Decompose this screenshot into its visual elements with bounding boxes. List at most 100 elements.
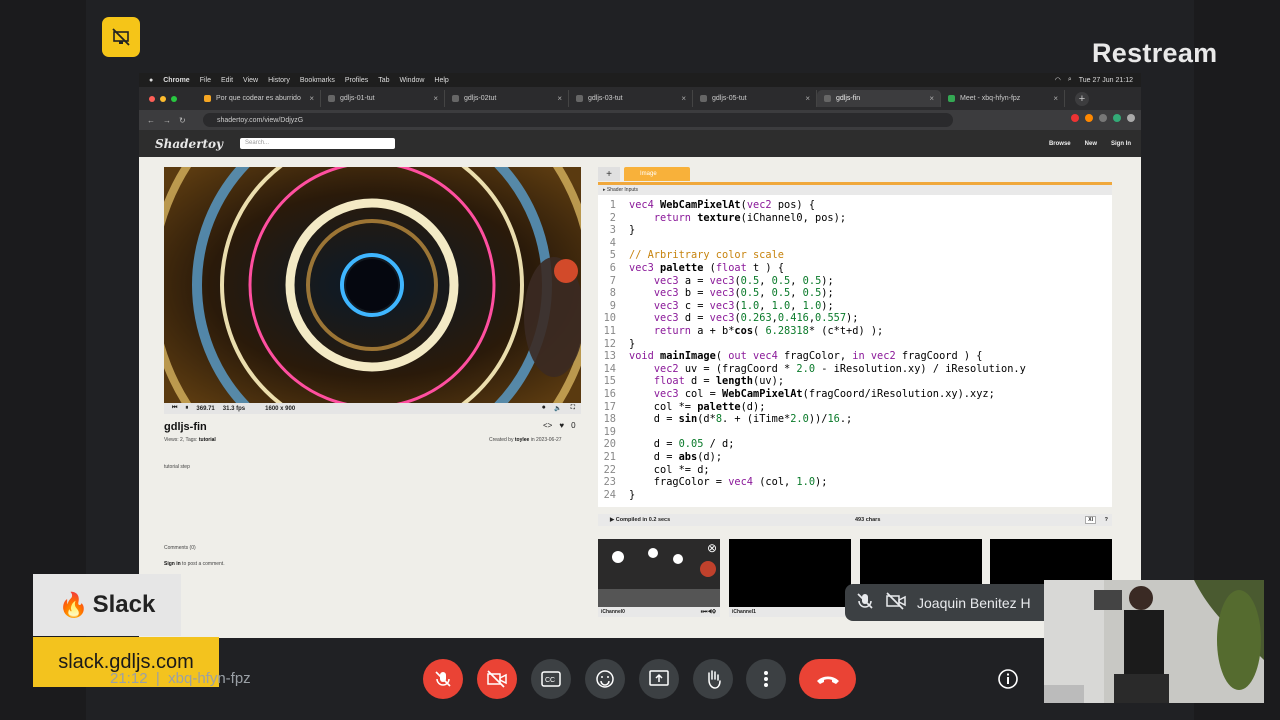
tab-por-que-codear[interactable]: Por que codear es aburrido ×: [197, 90, 321, 107]
extension-icon[interactable]: [1113, 114, 1121, 122]
rewind-icon[interactable]: ⏮: [172, 405, 177, 412]
tab-meet[interactable]: Meet - xbq-hfyn-fpz ×: [941, 90, 1065, 107]
leave-call-button[interactable]: [799, 659, 856, 699]
nav-browse[interactable]: Browse: [1049, 141, 1071, 147]
extension-icon[interactable]: [1071, 114, 1079, 122]
menu-bookmarks[interactable]: Bookmarks: [300, 77, 335, 84]
tab-gdljs-02[interactable]: gdljs-02tut ×: [445, 90, 569, 107]
extension-icon[interactable]: [1099, 114, 1107, 122]
shared-screen: ● Chrome File Edit View History Bookmark…: [139, 73, 1141, 638]
player-right-controls: ⏺ 🔈 ⛶: [542, 405, 575, 412]
code-icon[interactable]: <>: [543, 421, 552, 430]
editor-tabs: + Image: [598, 167, 1112, 183]
code-line: vec3 d = vec3(0.263,0.416,0.557);: [653, 312, 859, 325]
shader-meta: Views: 2, Tags: tutorial: [164, 437, 216, 443]
tab-close-icon[interactable]: ×: [1053, 94, 1058, 103]
menu-profiles[interactable]: Profiles: [345, 77, 368, 84]
menu-tab[interactable]: Tab: [378, 77, 389, 84]
channel-controls-icon[interactable]: ⏸⏮◀⚙: [700, 607, 716, 617]
apple-icon[interactable]: ●: [149, 77, 153, 84]
tab-favicon-icon: [204, 95, 211, 102]
menu-window[interactable]: Window: [400, 77, 425, 84]
author-link[interactable]: toylee: [515, 437, 529, 443]
profile-icon[interactable]: [1127, 114, 1135, 122]
reload-icon[interactable]: ↻: [179, 116, 186, 125]
shadertoy-header: Shadertoy Search... Browse New Sign In: [139, 130, 1141, 157]
heart-icon[interactable]: ♥: [559, 421, 564, 430]
menu-app[interactable]: Chrome: [163, 77, 189, 84]
line-number: 24: [603, 488, 616, 501]
shadertoy-logo[interactable]: Shadertoy: [155, 137, 223, 151]
code-line: fragColor = vec4 (col, 1.0);: [629, 476, 828, 489]
menu-file[interactable]: File: [200, 77, 211, 84]
line-number: 14: [603, 362, 616, 375]
fullscreen-icon[interactable]: ⛶: [571, 405, 575, 412]
raise-hand-button[interactable]: [693, 659, 733, 699]
tag-link[interactable]: tutorial: [199, 437, 216, 443]
back-icon[interactable]: ←: [147, 116, 155, 125]
close-icon[interactable]: ⊗: [707, 541, 717, 555]
help-button[interactable]: ?: [1105, 517, 1108, 523]
menu-history[interactable]: History: [268, 77, 290, 84]
menu-edit[interactable]: Edit: [221, 77, 233, 84]
tab-close-icon[interactable]: ×: [929, 94, 934, 103]
volume-icon[interactable]: 🔈: [554, 405, 561, 412]
shader-inputs-toggle[interactable]: ▸ Shader Inputs: [598, 185, 1112, 195]
tab-image[interactable]: Image: [624, 167, 690, 181]
shader-actions: <> ♥ 0: [543, 421, 576, 430]
code-line: float d = length(uv);: [653, 375, 785, 388]
extension-icon[interactable]: [1085, 114, 1093, 122]
tab-close-icon[interactable]: ×: [805, 94, 810, 103]
url-field[interactable]: shadertoy.com/view/DdjyzG: [203, 113, 953, 127]
tab-close-icon[interactable]: ×: [433, 94, 438, 103]
tab-close-icon[interactable]: ×: [557, 94, 562, 103]
menu-help[interactable]: Help: [434, 77, 448, 84]
channel-0-thumbnail[interactable]: ⊗: [598, 539, 720, 607]
code-editor[interactable]: 1 vec4 WebCamPixelAt(vec2 pos) {2 return …: [598, 195, 1112, 507]
nav-new[interactable]: New: [1085, 141, 1097, 147]
nav-sign-in[interactable]: Sign In: [1111, 141, 1131, 147]
captions-button[interactable]: CC: [531, 659, 571, 699]
record-icon[interactable]: ⏺: [542, 405, 545, 412]
tab-gdljs-01[interactable]: gdljs-01-tut ×: [321, 90, 445, 107]
line-number: 22: [603, 463, 616, 476]
mic-toggle-button[interactable]: [423, 659, 463, 699]
code-line: vec3 col = WebCamPixelAt(fragCoord/iReso…: [653, 388, 995, 400]
tab-favicon-icon: [824, 95, 831, 102]
clock[interactable]: Tue 27 Jun 21:12: [1079, 77, 1133, 84]
shader-description: tutorial step: [164, 464, 190, 470]
tab-gdljs-05[interactable]: gdljs-05-tut ×: [693, 90, 817, 107]
tab-close-icon[interactable]: ×: [309, 94, 314, 103]
channel-1-thumbnail[interactable]: [729, 539, 851, 607]
tab-gdljs-03[interactable]: gdljs-03-tut ×: [569, 90, 693, 107]
more-options-button[interactable]: [746, 659, 786, 699]
shader-canvas[interactable]: [164, 167, 581, 403]
tab-close-icon[interactable]: ×: [681, 94, 686, 103]
maximize-window-icon[interactable]: [171, 95, 177, 102]
editor-footer: ▶ Compiled in 0.2 secs 493 chars Xl ?: [598, 514, 1112, 526]
shadertoy-page: ⏮ ⏸ 369.71 31.3 fps 1600 x 900 ⏺ 🔈 ⛶ gdl…: [139, 157, 1141, 638]
font-size-select[interactable]: Xl: [1085, 516, 1096, 524]
forward-icon[interactable]: →: [163, 116, 171, 125]
camera-toggle-button[interactable]: [477, 659, 517, 699]
meeting-details-button[interactable]: [988, 659, 1028, 699]
wifi-icon[interactable]: ◠: [1055, 76, 1061, 84]
line-number: 3: [609, 224, 616, 237]
search-input[interactable]: Search...: [240, 138, 396, 149]
pause-icon[interactable]: ⏸: [185, 405, 188, 412]
add-tab-button[interactable]: +: [598, 167, 620, 181]
tab-gdljs-fin[interactable]: gdljs-fin ×: [817, 90, 941, 107]
window-controls: [139, 95, 197, 102]
menu-view[interactable]: View: [243, 77, 258, 84]
close-window-icon[interactable]: [149, 95, 155, 102]
emoji-reactions-button[interactable]: [585, 659, 625, 699]
presentation-hidden-icon[interactable]: [102, 17, 140, 57]
new-tab-button[interactable]: +: [1075, 91, 1089, 106]
line-number: 7: [609, 274, 616, 287]
minimize-window-icon[interactable]: [160, 95, 166, 102]
search-icon[interactable]: ⌕: [1068, 76, 1072, 84]
created-by: Created by toylee in 2023-06-27: [489, 437, 562, 443]
signin-link[interactable]: Sign in: [164, 561, 181, 567]
extensions: [1071, 114, 1135, 122]
present-screen-button[interactable]: [639, 659, 679, 699]
